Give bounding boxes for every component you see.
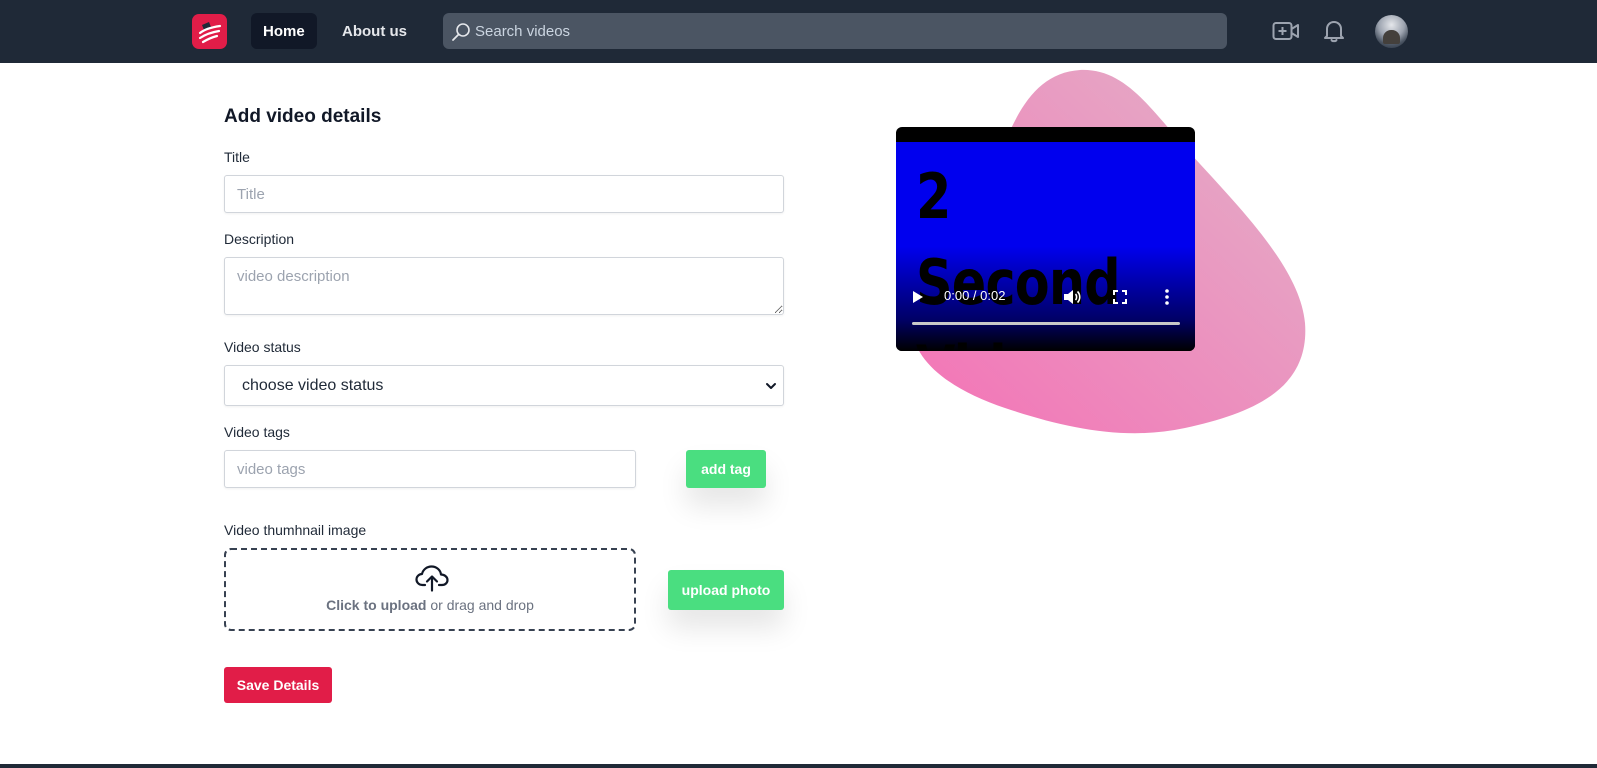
fullscreen-icon[interactable]	[1112, 289, 1128, 305]
title-label: Title	[224, 149, 250, 165]
search-bar	[443, 13, 1227, 49]
upload-photo-button[interactable]: upload photo	[668, 570, 784, 610]
video-plus-icon[interactable]	[1271, 17, 1301, 45]
top-navbar: Home About us	[0, 0, 1597, 63]
thumbnail-label: Video thumhnail image	[224, 522, 367, 538]
play-icon[interactable]	[910, 289, 926, 305]
video-progress-bar[interactable]	[912, 322, 1180, 325]
save-details-button[interactable]: Save Details	[224, 667, 332, 703]
title-input[interactable]	[224, 175, 784, 213]
app-logo-icon[interactable]	[192, 14, 227, 49]
video-tags-label: Video tags	[224, 424, 290, 440]
description-textarea[interactable]	[224, 257, 784, 315]
bell-icon[interactable]	[1319, 17, 1349, 45]
video-status-select[interactable]: choose video status	[224, 365, 784, 406]
video-controls: 0:00 / 0:02	[896, 283, 1195, 351]
video-status-label: Video status	[224, 339, 301, 355]
video-time-readout: 0:00 / 0:02	[944, 288, 1006, 303]
description-label: Description	[224, 231, 295, 247]
avatar[interactable]	[1375, 15, 1408, 48]
dropzone-text: Click to upload or drag and drop	[226, 597, 634, 613]
volume-icon[interactable]	[1063, 288, 1081, 306]
page-bottom-edge	[0, 764, 1597, 768]
page-title: Add video details	[224, 106, 382, 127]
chevron-down-icon	[766, 383, 776, 389]
video-status-selected-value: choose video status	[242, 376, 384, 394]
thumbnail-dropzone[interactable]: Click to upload or drag and drop	[224, 548, 636, 631]
drag-and-drop-text: or drag and drop	[426, 597, 534, 613]
search-icon	[452, 23, 470, 41]
more-options-icon[interactable]	[1161, 288, 1173, 306]
nav-home-link[interactable]: Home	[251, 13, 317, 49]
cloud-upload-icon	[415, 565, 449, 592]
click-to-upload-text: Click to upload	[326, 597, 427, 613]
nav-about-link[interactable]: About us	[330, 13, 419, 49]
video-tags-input[interactable]	[224, 450, 636, 488]
search-input[interactable]	[475, 13, 1215, 49]
video-preview-player[interactable]: 2 Second Video 0:00 / 0:02	[896, 127, 1195, 351]
add-tag-button[interactable]: add tag	[686, 450, 766, 488]
